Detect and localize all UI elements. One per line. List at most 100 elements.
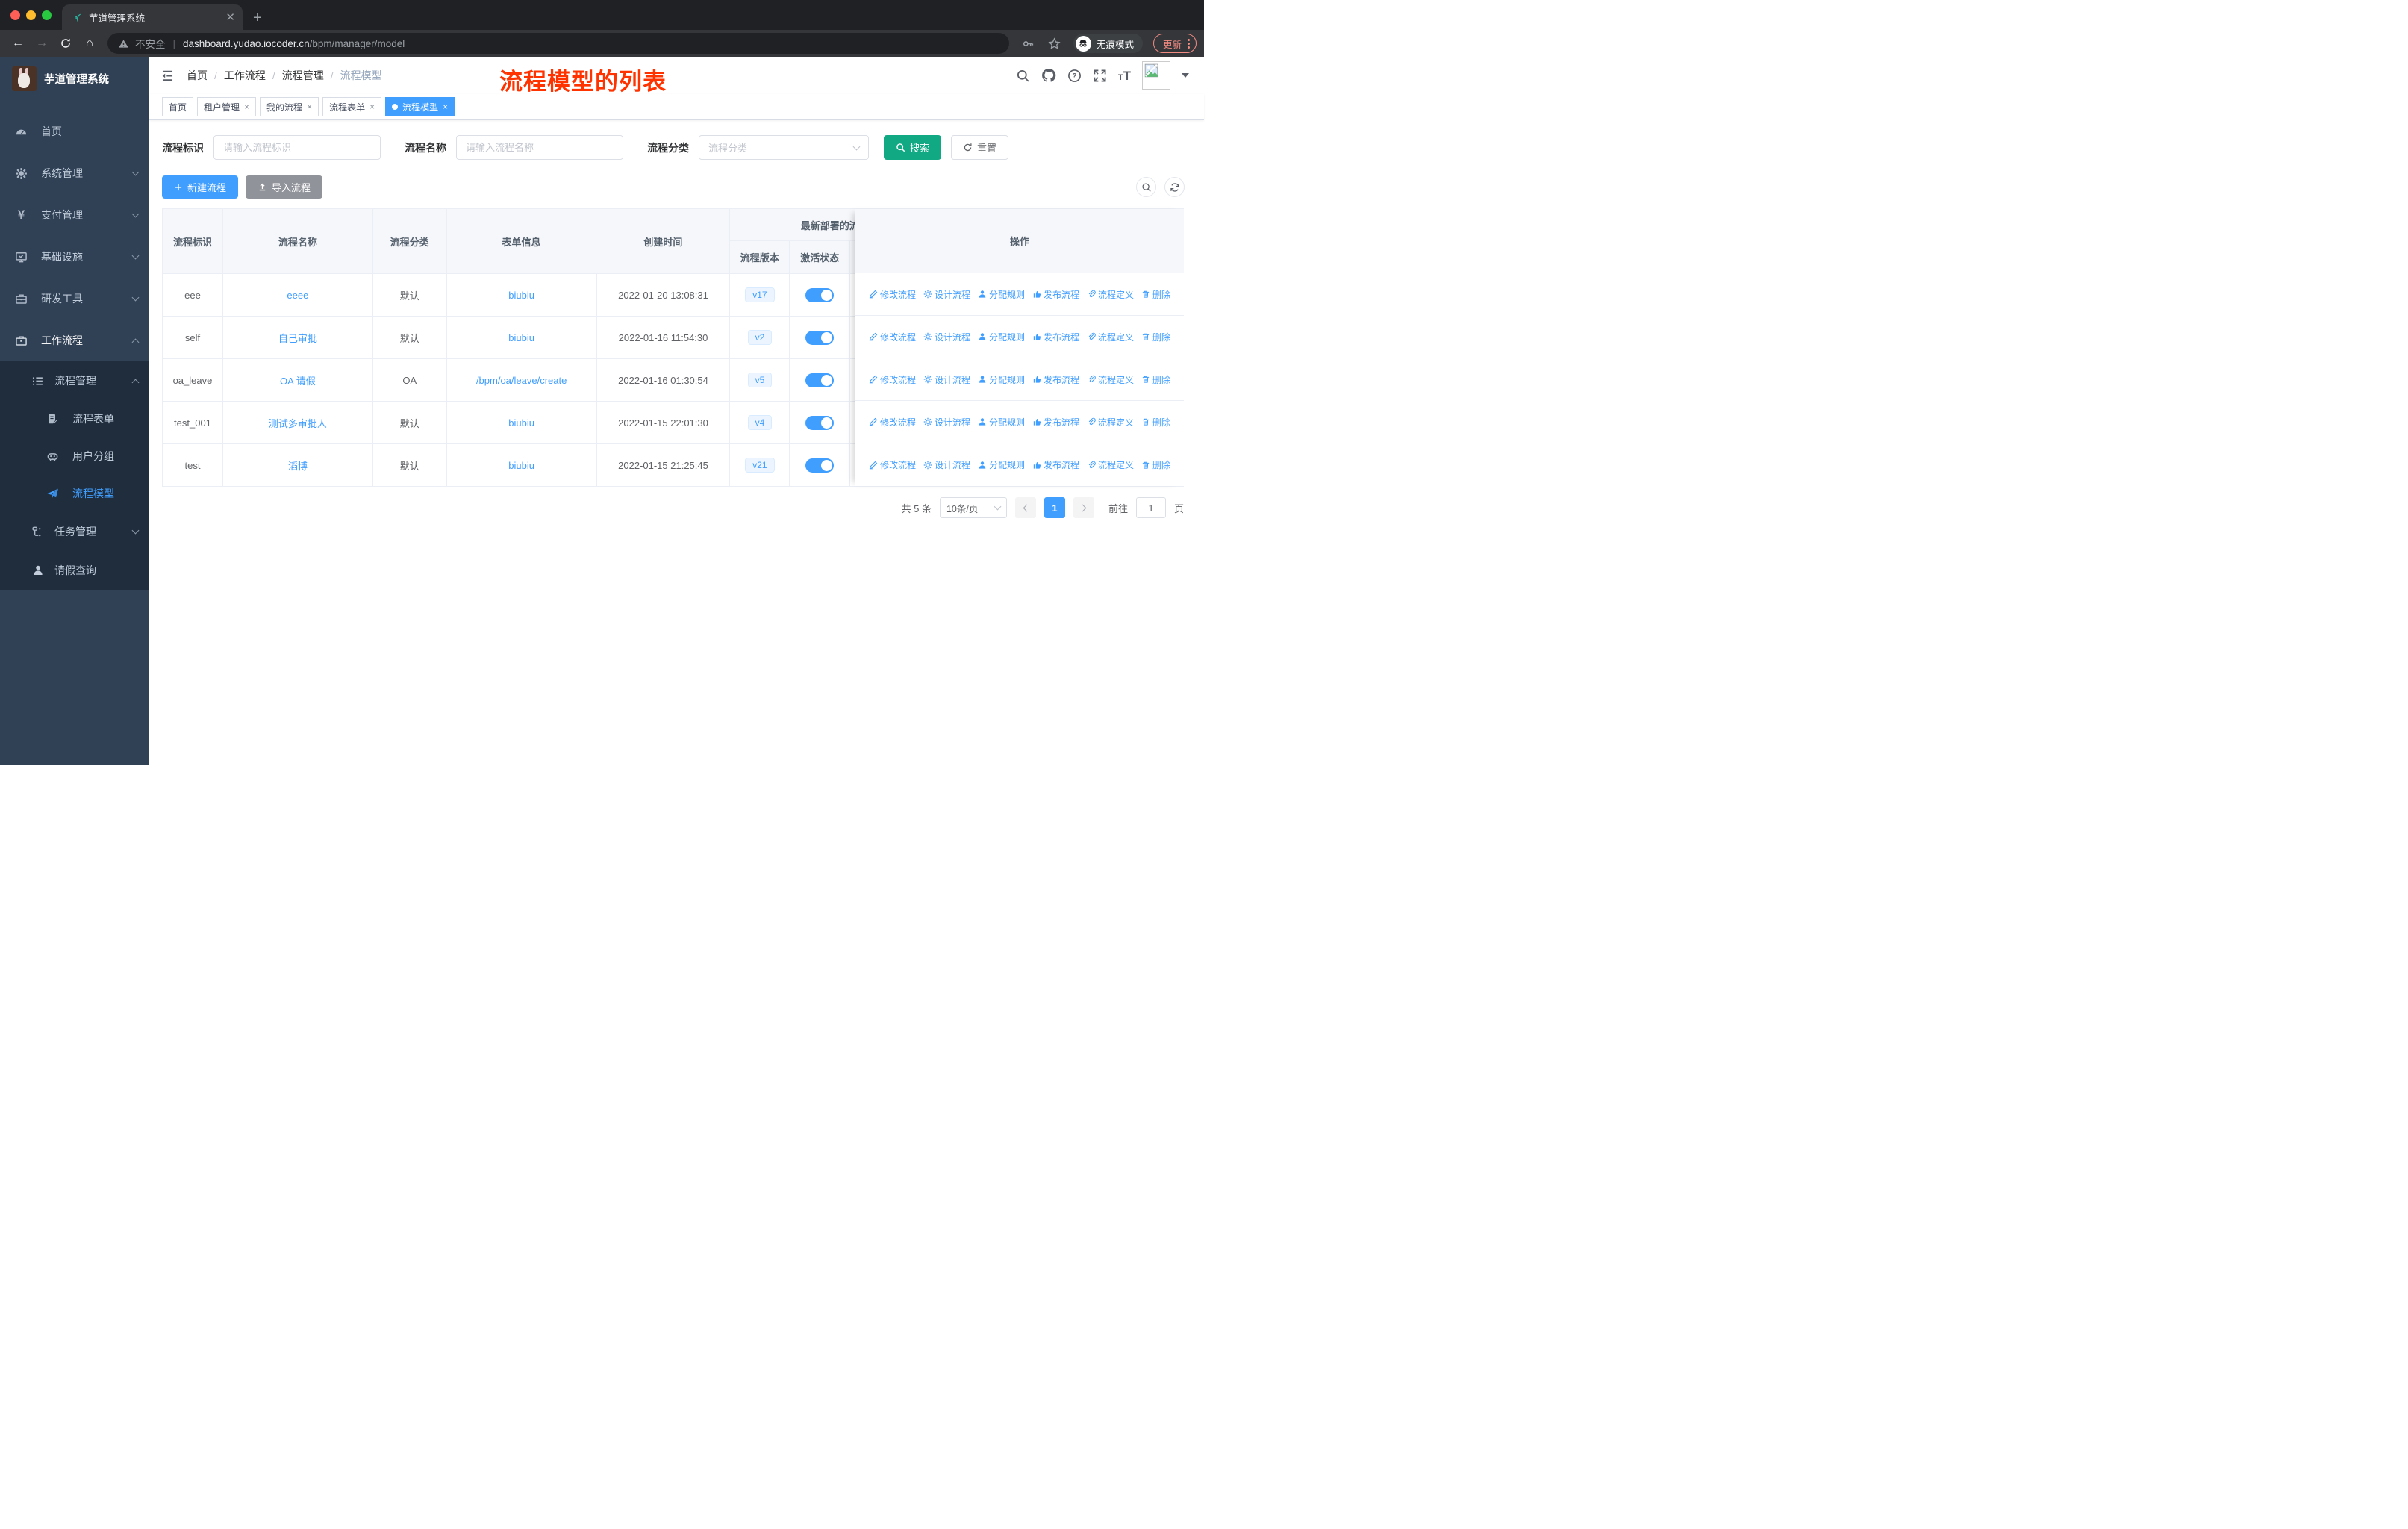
breadcrumb-workflow[interactable]: 工作流程 xyxy=(224,68,266,83)
browser-menu-icon[interactable] xyxy=(1188,38,1190,49)
refresh-table-button[interactable] xyxy=(1164,177,1185,197)
process-definition-link[interactable]: 流程定义 xyxy=(1087,458,1134,471)
assign-rule-link[interactable]: 分配规则 xyxy=(978,458,1025,471)
tag-my-process[interactable]: 我的流程 × xyxy=(260,97,319,116)
tag-tenant[interactable]: 租户管理 × xyxy=(197,97,257,116)
process-category-select[interactable]: 流程分类 xyxy=(699,135,869,160)
form-info-link[interactable]: biubiu xyxy=(508,290,534,301)
process-name-link[interactable]: OA 请假 xyxy=(280,373,316,387)
sidebar-item-process-model[interactable]: 流程模型 xyxy=(0,475,149,512)
tag-home[interactable]: 首页 xyxy=(162,97,194,116)
edit-process-link[interactable]: 修改流程 xyxy=(869,373,916,386)
sidebar-item-workflow[interactable]: 工作流程 xyxy=(0,320,149,361)
process-definition-link[interactable]: 流程定义 xyxy=(1087,288,1134,301)
process-id-input[interactable] xyxy=(213,135,381,160)
close-icon[interactable]: × xyxy=(244,102,249,112)
form-info-link[interactable]: biubiu xyxy=(508,332,534,343)
goto-page-input[interactable] xyxy=(1135,497,1166,518)
process-name-input[interactable] xyxy=(456,135,623,160)
publish-process-link[interactable]: 发布流程 xyxy=(1032,373,1079,386)
delete-process-link[interactable]: 删除 xyxy=(1141,288,1170,301)
reset-button[interactable]: 重置 xyxy=(951,135,1009,160)
assign-rule-link[interactable]: 分配规则 xyxy=(978,416,1025,429)
edit-process-link[interactable]: 修改流程 xyxy=(869,458,916,471)
active-toggle[interactable] xyxy=(805,458,835,473)
publish-process-link[interactable]: 发布流程 xyxy=(1032,416,1079,429)
close-icon[interactable]: × xyxy=(369,102,375,112)
prev-page-button[interactable] xyxy=(1014,497,1036,518)
search-icon[interactable] xyxy=(1016,69,1030,83)
new-tab-button[interactable]: + xyxy=(253,10,262,27)
publish-process-link[interactable]: 发布流程 xyxy=(1032,331,1079,343)
form-info-link[interactable]: /bpm/oa/leave/create xyxy=(476,375,567,386)
browser-tab[interactable]: 芋道管理系统 ✕ xyxy=(62,4,243,30)
font-size-icon[interactable]: TT xyxy=(1118,69,1131,82)
process-definition-link[interactable]: 流程定义 xyxy=(1087,416,1134,429)
avatar[interactable] xyxy=(1142,61,1170,90)
tab-close-icon[interactable]: ✕ xyxy=(225,10,235,24)
form-info-link[interactable]: biubiu xyxy=(508,460,534,471)
design-process-link[interactable]: 设计流程 xyxy=(923,331,970,343)
github-icon[interactable] xyxy=(1041,68,1056,83)
active-toggle[interactable] xyxy=(805,373,835,387)
bookmark-star-icon[interactable] xyxy=(1048,37,1061,50)
design-process-link[interactable]: 设计流程 xyxy=(923,416,970,429)
form-info-link[interactable]: biubiu xyxy=(508,417,534,429)
assign-rule-link[interactable]: 分配规则 xyxy=(978,373,1025,386)
current-page-button[interactable]: 1 xyxy=(1044,497,1065,518)
url-bar[interactable]: 不安全 | dashboard.yudao.iocoder.cn/bpm/man… xyxy=(107,33,1009,54)
reload-icon[interactable] xyxy=(55,33,76,54)
sidebar-item-infra[interactable]: 基础设施 xyxy=(0,236,149,278)
process-name-link[interactable]: 自己审批 xyxy=(278,331,317,345)
tag-process-model[interactable]: 流程模型 × xyxy=(385,97,455,116)
sidebar-item-system[interactable]: 系统管理 xyxy=(0,152,149,194)
sidebar-item-task-mgmt[interactable]: 任务管理 xyxy=(0,512,149,551)
forward-icon[interactable]: → xyxy=(31,33,52,54)
assign-rule-link[interactable]: 分配规则 xyxy=(978,331,1025,343)
edit-process-link[interactable]: 修改流程 xyxy=(869,288,916,301)
process-name-link[interactable]: 滔博 xyxy=(288,458,308,473)
maximize-window-button[interactable] xyxy=(42,10,52,20)
process-name-link[interactable]: 测试多审批人 xyxy=(269,416,327,430)
sidebar-item-home[interactable]: 首页 xyxy=(0,110,149,152)
breadcrumb-home[interactable]: 首页 xyxy=(187,68,208,83)
design-process-link[interactable]: 设计流程 xyxy=(923,373,970,386)
key-icon[interactable] xyxy=(1022,37,1035,50)
sidebar-item-user-group[interactable]: 用户分组 xyxy=(0,437,149,475)
show-search-button[interactable] xyxy=(1136,177,1156,197)
delete-process-link[interactable]: 删除 xyxy=(1141,331,1170,343)
close-window-button[interactable] xyxy=(10,10,20,20)
process-name-link[interactable]: eeee xyxy=(287,290,308,301)
minimize-window-button[interactable] xyxy=(26,10,36,20)
close-icon[interactable]: × xyxy=(443,102,448,112)
page-size-select[interactable]: 10条/页 xyxy=(939,497,1007,518)
search-button[interactable]: 搜索 xyxy=(884,135,942,160)
assign-rule-link[interactable]: 分配规则 xyxy=(978,288,1025,301)
active-toggle[interactable] xyxy=(805,330,835,345)
publish-process-link[interactable]: 发布流程 xyxy=(1032,458,1079,471)
sidebar-item-process-form[interactable]: 流程表单 xyxy=(0,400,149,437)
edit-process-link[interactable]: 修改流程 xyxy=(869,331,916,343)
security-warning-icon[interactable] xyxy=(118,38,129,49)
delete-process-link[interactable]: 删除 xyxy=(1141,416,1170,429)
fullscreen-icon[interactable] xyxy=(1093,69,1107,83)
process-definition-link[interactable]: 流程定义 xyxy=(1087,373,1134,386)
delete-process-link[interactable]: 删除 xyxy=(1141,458,1170,471)
help-icon[interactable]: ? xyxy=(1067,69,1082,83)
breadcrumb-process-mgmt[interactable]: 流程管理 xyxy=(282,68,324,83)
sidebar-item-devtools[interactable]: 研发工具 xyxy=(0,278,149,320)
browser-update-button[interactable]: 更新 xyxy=(1152,34,1197,53)
collapse-sidebar-icon[interactable] xyxy=(160,69,175,83)
design-process-link[interactable]: 设计流程 xyxy=(923,458,970,471)
home-icon[interactable]: ⌂ xyxy=(79,33,100,54)
active-toggle[interactable] xyxy=(805,415,835,430)
sidebar-item-payment[interactable]: ¥ 支付管理 xyxy=(0,194,149,236)
publish-process-link[interactable]: 发布流程 xyxy=(1032,288,1079,301)
tag-process-form[interactable]: 流程表单 × xyxy=(322,97,382,116)
sidebar-item-process-mgmt[interactable]: 流程管理 xyxy=(0,361,149,400)
create-process-button[interactable]: 新建流程 xyxy=(162,175,239,199)
close-icon[interactable]: × xyxy=(307,102,312,112)
design-process-link[interactable]: 设计流程 xyxy=(923,288,970,301)
next-page-button[interactable] xyxy=(1073,497,1094,518)
avatar-caret-icon[interactable] xyxy=(1182,73,1189,78)
